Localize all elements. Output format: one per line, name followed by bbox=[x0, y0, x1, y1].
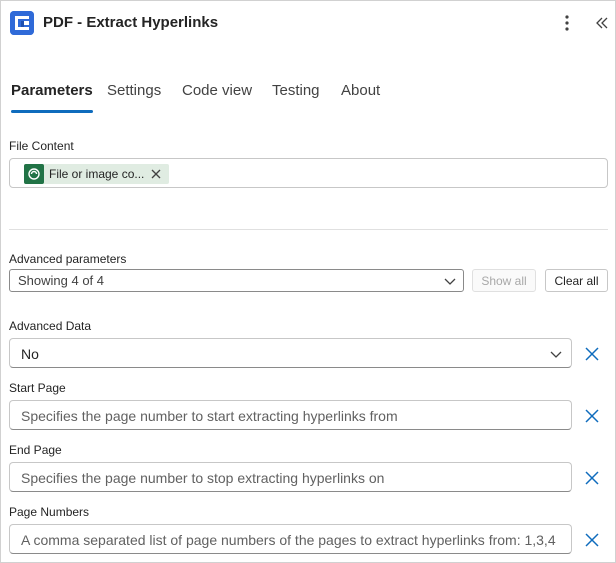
close-icon bbox=[585, 347, 599, 361]
advanced-data-value: No bbox=[21, 346, 39, 362]
advanced-data-dropdown[interactable]: No bbox=[9, 338, 572, 368]
start-page-input[interactable]: Specifies the page number to start extra… bbox=[9, 400, 572, 430]
chevron-down-icon bbox=[550, 351, 562, 358]
close-icon bbox=[585, 471, 599, 485]
advanced-parameters-value: Showing 4 of 4 bbox=[18, 273, 105, 288]
start-page-label: Start Page bbox=[9, 381, 66, 395]
tab-parameters[interactable]: Parameters bbox=[11, 79, 93, 113]
chevron-down-icon bbox=[444, 278, 456, 285]
tab-testing[interactable]: Testing bbox=[272, 79, 320, 113]
more-options-button[interactable] bbox=[557, 12, 577, 34]
advanced-parameters-dropdown[interactable]: Showing 4 of 4 bbox=[9, 269, 464, 292]
double-chevron-left-icon bbox=[596, 17, 608, 29]
page-numbers-label: Page Numbers bbox=[9, 505, 90, 519]
panel-header: PDF - Extract Hyperlinks bbox=[1, 1, 615, 45]
section-divider bbox=[9, 229, 608, 230]
advanced-data-label: Advanced Data bbox=[9, 319, 92, 333]
close-icon bbox=[585, 409, 599, 423]
remove-token-button[interactable] bbox=[147, 165, 165, 183]
dataverse-icon bbox=[24, 164, 44, 184]
page-numbers-input[interactable]: A comma separated list of page numbers o… bbox=[9, 524, 572, 554]
file-content-input[interactable]: File or image co... bbox=[9, 158, 608, 188]
end-page-input[interactable]: Specifies the page number to stop extrac… bbox=[9, 462, 572, 492]
action-panel: PDF - Extract Hyperlinks Parameters Sett… bbox=[0, 0, 616, 563]
close-icon bbox=[585, 533, 599, 547]
tab-about[interactable]: About bbox=[341, 79, 380, 113]
remove-advanced-data-button[interactable] bbox=[582, 344, 602, 364]
start-page-placeholder: Specifies the page number to start extra… bbox=[21, 408, 398, 424]
token-label: File or image co... bbox=[49, 167, 145, 181]
close-icon bbox=[151, 169, 161, 179]
panel-title: PDF - Extract Hyperlinks bbox=[43, 14, 219, 31]
collapse-panel-button[interactable] bbox=[591, 12, 613, 34]
remove-end-page-button[interactable] bbox=[582, 468, 602, 488]
remove-page-numbers-button[interactable] bbox=[582, 530, 602, 550]
tab-bar: Parameters Settings Code view Testing Ab… bbox=[1, 79, 615, 113]
tab-code-view[interactable]: Code view bbox=[182, 79, 252, 113]
page-numbers-placeholder: A comma separated list of page numbers o… bbox=[21, 532, 556, 548]
end-page-placeholder: Specifies the page number to stop extrac… bbox=[21, 470, 385, 486]
dynamic-content-token[interactable]: File or image co... bbox=[24, 164, 169, 184]
show-all-button[interactable]: Show all bbox=[472, 269, 536, 292]
pdf-connector-icon bbox=[10, 11, 34, 35]
end-page-label: End Page bbox=[9, 443, 62, 457]
tab-settings[interactable]: Settings bbox=[107, 79, 161, 113]
remove-start-page-button[interactable] bbox=[582, 406, 602, 426]
clear-all-button[interactable]: Clear all bbox=[545, 269, 608, 292]
more-vertical-icon bbox=[565, 15, 569, 31]
advanced-parameters-label: Advanced parameters bbox=[9, 252, 127, 266]
file-content-label: File Content bbox=[9, 139, 74, 153]
